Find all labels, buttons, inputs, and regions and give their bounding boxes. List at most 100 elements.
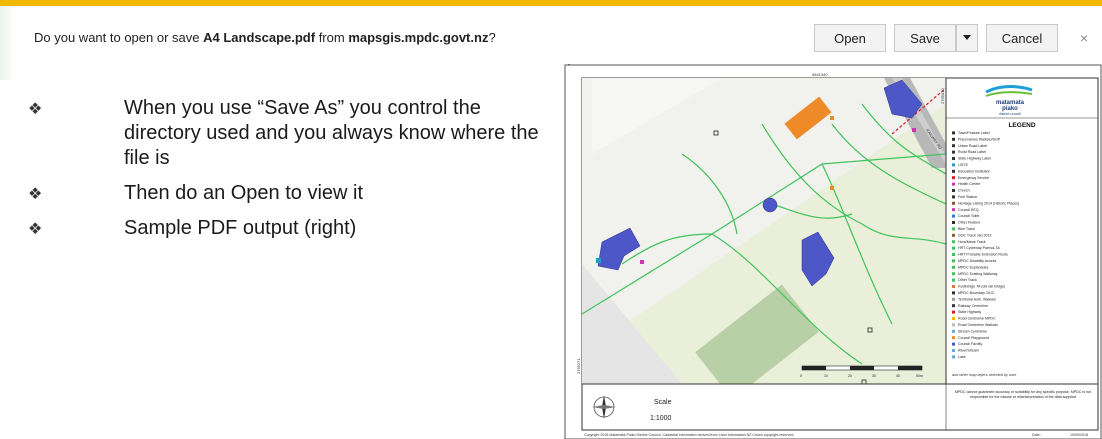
legend-swatch bbox=[952, 329, 955, 333]
legend-swatch bbox=[952, 163, 955, 167]
save-button[interactable]: Save bbox=[894, 24, 956, 52]
legend-item: Council Toilet bbox=[958, 214, 979, 218]
legend-swatch bbox=[952, 265, 955, 269]
legend-swatch bbox=[952, 272, 955, 276]
prompt-suffix: ? bbox=[488, 30, 496, 45]
legend-item: Other Feature bbox=[958, 221, 980, 225]
legend-item: MPDC Disability Access bbox=[958, 259, 997, 263]
map-body: RAILWAY RD 5841340 2765010 2765271 0 10 … bbox=[576, 72, 947, 400]
legend-item: MPDC Existing Walkway bbox=[958, 272, 998, 276]
legend-item: Urban Road Label bbox=[958, 144, 987, 148]
sample-pdf-map: RAILWAY RD 5841340 2765010 2765271 0 10 … bbox=[564, 64, 1102, 439]
legend-swatch bbox=[952, 253, 955, 256]
legend-swatch bbox=[952, 304, 955, 308]
east-coordinate: 2765010 bbox=[940, 88, 945, 104]
bullet-text: Sample PDF output (right) bbox=[124, 217, 357, 239]
bullet-item: ❖ Sample PDF output (right) bbox=[28, 216, 548, 241]
legend-item: Lake bbox=[958, 355, 966, 359]
chevron-down-icon bbox=[963, 35, 971, 40]
legend-item: Town/Feature Label bbox=[958, 131, 990, 135]
scale-tick: 0 bbox=[800, 374, 802, 378]
legend-item: MPDC Esplanades bbox=[958, 265, 989, 269]
legend-swatch bbox=[952, 285, 955, 288]
legend-swatch bbox=[952, 317, 955, 320]
scale-tick: 40 bbox=[896, 374, 900, 378]
diamond-bullet-icon: ❖ bbox=[28, 219, 43, 238]
file-name: A4 Landscape.pdf bbox=[203, 30, 316, 45]
legend-swatch bbox=[952, 150, 955, 154]
legend-swatch bbox=[952, 310, 955, 314]
legend-item: Fuel Station bbox=[958, 195, 977, 199]
site-name: mapsgis.mpdc.govt.nz bbox=[348, 30, 489, 45]
legend-item: Stream Centreline bbox=[958, 329, 987, 333]
legend-item: Council Playground bbox=[958, 336, 989, 340]
legend-item: Council Facility bbox=[958, 342, 982, 346]
logo-line-3: district council bbox=[999, 112, 1021, 116]
north-coordinate: 5841340 bbox=[812, 72, 828, 77]
legend-swatch bbox=[952, 297, 955, 301]
legend-swatch bbox=[952, 355, 955, 359]
cancel-button[interactable]: Cancel bbox=[986, 24, 1058, 52]
legend-swatch bbox=[952, 240, 955, 244]
legend-item: Road Centreline Waikato bbox=[958, 323, 998, 327]
prompt-prefix: Do you want to open or save bbox=[34, 30, 204, 45]
legend-swatch bbox=[952, 221, 955, 224]
legend-item: River/Stream bbox=[958, 349, 979, 353]
legend-swatch bbox=[952, 278, 955, 282]
legend-swatch bbox=[952, 176, 955, 180]
legend-item: Bike Track bbox=[958, 227, 975, 231]
legend-swatch bbox=[952, 233, 955, 237]
copyright-text: Copyright 2018 Matamata-Piako District C… bbox=[584, 433, 794, 437]
notification-accent-strip bbox=[0, 0, 1102, 6]
legend-swatch bbox=[952, 323, 955, 327]
diamond-bullet-icon: ❖ bbox=[28, 99, 43, 118]
bullet-text: Then do an Open to view it bbox=[124, 182, 364, 204]
legend-item: HRT Probable Extension Route bbox=[958, 253, 1008, 257]
scale-tick: 10 bbox=[824, 374, 828, 378]
legend-swatch bbox=[952, 157, 955, 160]
legend-item: Railway Centreline bbox=[958, 304, 988, 308]
open-button[interactable]: Open bbox=[814, 24, 886, 52]
download-prompt-text: Do you want to open or save A4 Landscape… bbox=[34, 30, 496, 45]
legend-swatch bbox=[952, 137, 955, 141]
disclaimer-box: MPDC cannot guarantee accuracy or suitab… bbox=[954, 390, 1092, 399]
legend-item: Education Institution bbox=[958, 169, 990, 173]
close-icon[interactable]: × bbox=[1080, 30, 1088, 46]
scale-label: Scale bbox=[654, 399, 672, 406]
bullet-text: When you use “Save As” you control the d… bbox=[124, 97, 539, 169]
legend-item: Road Centreline MPDC bbox=[958, 317, 996, 321]
legend-item: Church bbox=[958, 189, 970, 193]
legend-item: State Highway Label bbox=[958, 157, 991, 161]
legend-swatch bbox=[952, 195, 955, 199]
legend-swatch bbox=[952, 246, 955, 250]
legend-item: State Highway bbox=[958, 310, 981, 314]
legend-panel: matamata piako district council LEGEND T… bbox=[945, 77, 1099, 385]
legend-swatch bbox=[952, 182, 955, 186]
page-edge-strip bbox=[0, 6, 14, 80]
save-options-button[interactable] bbox=[956, 24, 978, 52]
legend-swatch bbox=[952, 291, 955, 295]
legend-footer: and other map layers selected by user bbox=[952, 373, 1017, 377]
legend-swatch bbox=[952, 214, 955, 218]
legend-item: i-SITE bbox=[958, 163, 969, 167]
legend-item: Territorial Auth. Waikato bbox=[958, 297, 996, 301]
legend-swatch bbox=[952, 131, 955, 135]
legend-swatch bbox=[952, 144, 955, 148]
legend-swatch bbox=[952, 349, 955, 352]
scale-tick: 20 bbox=[848, 374, 852, 378]
legend-item: Heritage Listing 2014 (Historic Places) bbox=[958, 201, 1019, 205]
date-value: 10/09/2018 bbox=[1070, 433, 1088, 437]
legend-swatch bbox=[952, 201, 955, 205]
west-coordinate: 2765271 bbox=[576, 358, 581, 374]
legend-swatch bbox=[952, 189, 955, 192]
scale-tick: 30 bbox=[872, 374, 876, 378]
legend-item: DOC Track Jan 2012 bbox=[958, 233, 992, 237]
legend-item: HRT Cycleway Paeroa-TA bbox=[958, 246, 1000, 250]
legend-swatch bbox=[952, 342, 955, 346]
disclaimer-text: MPDC cannot guarantee accuracy or suitab… bbox=[954, 390, 1092, 399]
bullet-item: ❖ When you use “Save As” you control the… bbox=[28, 96, 548, 171]
legend-swatch bbox=[952, 208, 955, 212]
legend-swatch bbox=[952, 169, 955, 173]
bullet-item: ❖ Then do an Open to view it bbox=[28, 181, 548, 206]
scale-tick: 50m bbox=[916, 374, 923, 378]
